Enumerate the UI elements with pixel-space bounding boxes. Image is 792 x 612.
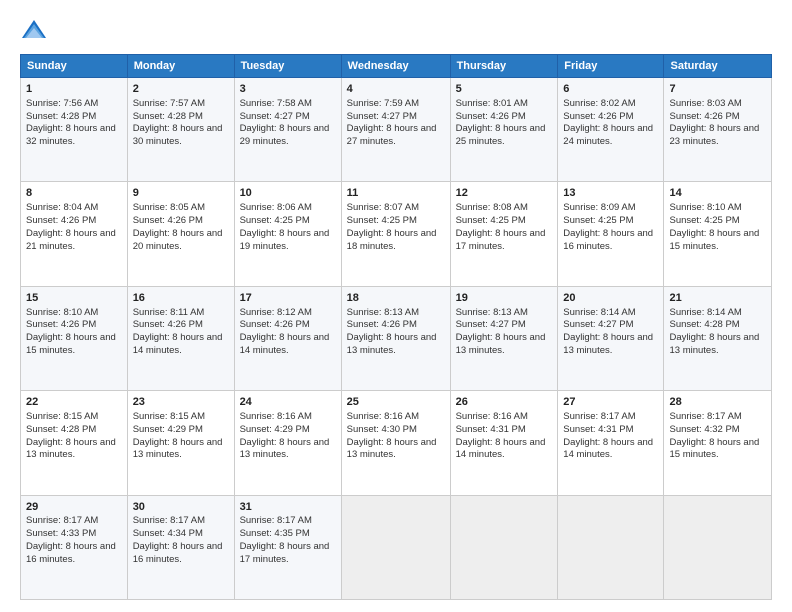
day-number: 5 (456, 82, 553, 97)
day-number: 2 (133, 82, 229, 97)
day-number: 31 (240, 500, 336, 515)
calendar-day-header: Sunday (21, 55, 128, 78)
calendar-week-row: 1Sunrise: 7:56 AMSunset: 4:28 PMDaylight… (21, 78, 772, 182)
calendar-cell: 4Sunrise: 7:59 AMSunset: 4:27 PMDaylight… (341, 78, 450, 182)
header (20, 16, 772, 44)
calendar-cell: 17Sunrise: 8:12 AMSunset: 4:26 PMDayligh… (234, 286, 341, 390)
calendar-day-header: Monday (127, 55, 234, 78)
day-number: 20 (563, 291, 658, 306)
calendar-cell: 12Sunrise: 8:08 AMSunset: 4:25 PMDayligh… (450, 182, 558, 286)
day-number: 12 (456, 186, 553, 201)
day-number: 8 (26, 186, 122, 201)
calendar-cell: 27Sunrise: 8:17 AMSunset: 4:31 PMDayligh… (558, 391, 664, 495)
calendar-cell: 22Sunrise: 8:15 AMSunset: 4:28 PMDayligh… (21, 391, 128, 495)
day-number: 14 (669, 186, 766, 201)
day-number: 24 (240, 395, 336, 410)
day-number: 4 (347, 82, 445, 97)
calendar-cell: 20Sunrise: 8:14 AMSunset: 4:27 PMDayligh… (558, 286, 664, 390)
page: SundayMondayTuesdayWednesdayThursdayFrid… (0, 0, 792, 612)
calendar-cell: 11Sunrise: 8:07 AMSunset: 4:25 PMDayligh… (341, 182, 450, 286)
calendar-day-header: Wednesday (341, 55, 450, 78)
day-number: 26 (456, 395, 553, 410)
calendar-day-header: Tuesday (234, 55, 341, 78)
calendar-week-row: 15Sunrise: 8:10 AMSunset: 4:26 PMDayligh… (21, 286, 772, 390)
calendar-cell: 2Sunrise: 7:57 AMSunset: 4:28 PMDaylight… (127, 78, 234, 182)
day-number: 27 (563, 395, 658, 410)
day-number: 25 (347, 395, 445, 410)
calendar-cell: 10Sunrise: 8:06 AMSunset: 4:25 PMDayligh… (234, 182, 341, 286)
logo-icon (20, 16, 48, 44)
day-number: 30 (133, 500, 229, 515)
day-number: 18 (347, 291, 445, 306)
day-number: 11 (347, 186, 445, 201)
day-number: 10 (240, 186, 336, 201)
day-number: 29 (26, 500, 122, 515)
day-number: 13 (563, 186, 658, 201)
calendar-cell: 19Sunrise: 8:13 AMSunset: 4:27 PMDayligh… (450, 286, 558, 390)
calendar-cell: 25Sunrise: 8:16 AMSunset: 4:30 PMDayligh… (341, 391, 450, 495)
day-number: 7 (669, 82, 766, 97)
calendar-cell: 15Sunrise: 8:10 AMSunset: 4:26 PMDayligh… (21, 286, 128, 390)
calendar-cell: 9Sunrise: 8:05 AMSunset: 4:26 PMDaylight… (127, 182, 234, 286)
calendar-header-row: SundayMondayTuesdayWednesdayThursdayFrid… (21, 55, 772, 78)
calendar-week-row: 8Sunrise: 8:04 AMSunset: 4:26 PMDaylight… (21, 182, 772, 286)
calendar-cell: 8Sunrise: 8:04 AMSunset: 4:26 PMDaylight… (21, 182, 128, 286)
calendar-cell: 24Sunrise: 8:16 AMSunset: 4:29 PMDayligh… (234, 391, 341, 495)
calendar-day-header: Thursday (450, 55, 558, 78)
day-number: 15 (26, 291, 122, 306)
calendar-day-header: Saturday (664, 55, 772, 78)
day-number: 21 (669, 291, 766, 306)
calendar-cell: 14Sunrise: 8:10 AMSunset: 4:25 PMDayligh… (664, 182, 772, 286)
calendar-cell (450, 495, 558, 599)
calendar-week-row: 29Sunrise: 8:17 AMSunset: 4:33 PMDayligh… (21, 495, 772, 599)
day-number: 1 (26, 82, 122, 97)
calendar-cell: 16Sunrise: 8:11 AMSunset: 4:26 PMDayligh… (127, 286, 234, 390)
day-number: 28 (669, 395, 766, 410)
calendar-cell: 26Sunrise: 8:16 AMSunset: 4:31 PMDayligh… (450, 391, 558, 495)
calendar-cell: 6Sunrise: 8:02 AMSunset: 4:26 PMDaylight… (558, 78, 664, 182)
day-number: 22 (26, 395, 122, 410)
day-number: 3 (240, 82, 336, 97)
day-number: 23 (133, 395, 229, 410)
calendar-day-header: Friday (558, 55, 664, 78)
calendar-cell: 1Sunrise: 7:56 AMSunset: 4:28 PMDaylight… (21, 78, 128, 182)
calendar-cell (558, 495, 664, 599)
calendar-cell: 5Sunrise: 8:01 AMSunset: 4:26 PMDaylight… (450, 78, 558, 182)
calendar-cell: 21Sunrise: 8:14 AMSunset: 4:28 PMDayligh… (664, 286, 772, 390)
day-number: 17 (240, 291, 336, 306)
calendar-cell: 28Sunrise: 8:17 AMSunset: 4:32 PMDayligh… (664, 391, 772, 495)
day-number: 9 (133, 186, 229, 201)
calendar-week-row: 22Sunrise: 8:15 AMSunset: 4:28 PMDayligh… (21, 391, 772, 495)
calendar-cell (341, 495, 450, 599)
logo (20, 16, 52, 44)
calendar-cell: 30Sunrise: 8:17 AMSunset: 4:34 PMDayligh… (127, 495, 234, 599)
calendar-cell: 13Sunrise: 8:09 AMSunset: 4:25 PMDayligh… (558, 182, 664, 286)
calendar-cell: 3Sunrise: 7:58 AMSunset: 4:27 PMDaylight… (234, 78, 341, 182)
calendar-cell: 31Sunrise: 8:17 AMSunset: 4:35 PMDayligh… (234, 495, 341, 599)
calendar-cell: 18Sunrise: 8:13 AMSunset: 4:26 PMDayligh… (341, 286, 450, 390)
calendar-cell (664, 495, 772, 599)
calendar-table: SundayMondayTuesdayWednesdayThursdayFrid… (20, 54, 772, 600)
calendar-cell: 29Sunrise: 8:17 AMSunset: 4:33 PMDayligh… (21, 495, 128, 599)
calendar-cell: 7Sunrise: 8:03 AMSunset: 4:26 PMDaylight… (664, 78, 772, 182)
calendar-cell: 23Sunrise: 8:15 AMSunset: 4:29 PMDayligh… (127, 391, 234, 495)
day-number: 16 (133, 291, 229, 306)
day-number: 6 (563, 82, 658, 97)
day-number: 19 (456, 291, 553, 306)
